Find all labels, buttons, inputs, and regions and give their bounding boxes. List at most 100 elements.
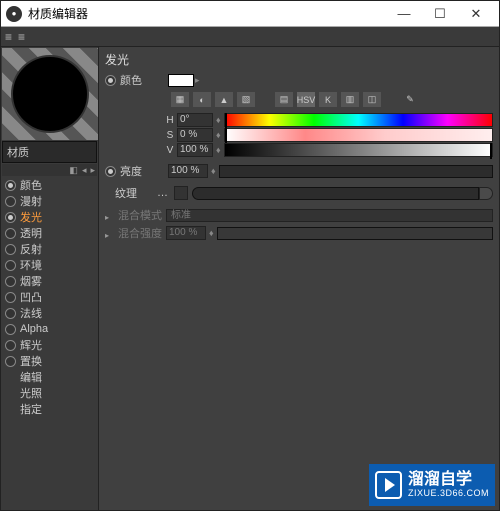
channel-item[interactable]: 辉光 [1, 337, 98, 353]
preview-sphere [11, 55, 89, 133]
hue-slider[interactable] [224, 113, 493, 127]
channel-item[interactable]: 置换 [1, 353, 98, 369]
blend-strength-value: 100 % [166, 226, 206, 240]
channel-checkbox[interactable] [5, 244, 16, 255]
mixer-icon[interactable]: ◫ [363, 92, 381, 107]
blend-strength-spinner: ♦ [209, 228, 214, 238]
channel-item[interactable]: 透明 [1, 225, 98, 241]
texture-row: 纹理 … [105, 185, 493, 201]
brightness-value[interactable]: 100 % [168, 164, 208, 178]
channel-item[interactable]: 发光 [1, 209, 98, 225]
menu-bar: ≡ ≡ [1, 27, 499, 47]
menu-icon-1[interactable]: ≡ [5, 30, 12, 44]
hue-spinner[interactable]: ♦ [216, 115, 221, 125]
channel-label: 发光 [20, 209, 42, 225]
channel-label: 法线 [20, 305, 42, 321]
watermark-title: 溜溜自学 [408, 471, 489, 489]
material-name-field[interactable]: 材质 [2, 141, 97, 163]
channel-label: 颜色 [20, 177, 42, 193]
brightness-label: 亮度 [120, 163, 168, 179]
scroll-left-icon[interactable]: ◂ [82, 165, 87, 176]
channel-list: 颜色漫射发光透明反射环境烟雾凹凸法线 Alpha 辉光置换编辑光照指定 [1, 177, 98, 510]
minimize-button[interactable]: — [386, 6, 422, 21]
brightness-slider[interactable] [219, 165, 493, 178]
val-slider[interactable] [224, 143, 493, 157]
watermark-text: 溜溜自学 ZIXUE.3D66.COM [408, 471, 489, 498]
channel-checkbox[interactable] [5, 276, 16, 287]
sidebar: 材质 ◧ ◂ ▸ 颜色漫射发光透明反射环境烟雾凹凸法线 Alpha 辉光置换编辑光照… [1, 47, 99, 510]
picker-image-icon[interactable]: ▧ [237, 92, 255, 107]
hue-label: H [163, 115, 177, 126]
channel-label: 光照 [20, 385, 42, 401]
channel-item[interactable]: 凹凸 [1, 289, 98, 305]
channel-item[interactable]: 编辑 [1, 369, 98, 385]
channel-label: 指定 [20, 401, 42, 417]
texture-preview-chip[interactable] [174, 186, 188, 200]
channel-item[interactable]: 漫射 [1, 193, 98, 209]
color-swatch[interactable] [168, 74, 194, 87]
watermark-url: ZIXUE.3D66.COM [408, 489, 489, 499]
blend-strength-slider [217, 227, 493, 240]
channel-label: Alpha [20, 323, 48, 335]
menu-icon-2[interactable]: ≡ [18, 30, 25, 44]
expand-arrow-icon [105, 211, 114, 220]
rgb-icon[interactable]: ▤ [275, 92, 293, 107]
channel-checkbox[interactable] [5, 356, 16, 367]
channel-item[interactable]: 光照 [1, 385, 98, 401]
blend-strength-label: 混合强度 [118, 225, 166, 241]
texture-label: 纹理 [115, 185, 157, 201]
channel-item[interactable]: Alpha [1, 321, 98, 337]
channel-checkbox[interactable] [5, 340, 16, 351]
hue-value[interactable]: 0° [177, 113, 213, 127]
eyedropper-icon[interactable]: ✎ [401, 92, 419, 107]
channel-label: 辉光 [20, 337, 42, 353]
texture-dropdown-button[interactable] [479, 187, 493, 200]
sat-slider[interactable] [224, 128, 493, 142]
picker-spectrum-icon[interactable]: ▲ [215, 92, 233, 107]
color-spinner[interactable]: ▸ [195, 75, 200, 86]
close-button[interactable]: ✕ [458, 6, 494, 22]
scroll-right-icon[interactable]: ▸ [90, 165, 95, 176]
channel-checkbox[interactable] [5, 228, 16, 239]
channel-label: 凹凸 [20, 289, 42, 305]
texture-menu-icon[interactable]: … [157, 187, 168, 199]
channel-checkbox[interactable] [5, 324, 16, 335]
channel-item[interactable]: 指定 [1, 401, 98, 417]
brightness-spinner[interactable]: ♦ [211, 166, 216, 176]
lock-icon[interactable]: ◧ [69, 165, 78, 176]
channel-checkbox[interactable] [5, 292, 16, 303]
val-label: V [163, 145, 177, 156]
channel-checkbox[interactable] [5, 308, 16, 319]
channel-item[interactable]: 烟雾 [1, 273, 98, 289]
channel-item[interactable]: 环境 [1, 257, 98, 273]
preview-scrollbar[interactable]: ◧ ◂ ▸ [2, 164, 97, 176]
brightness-checkbox[interactable] [105, 166, 116, 177]
channel-label: 反射 [20, 241, 42, 257]
channel-item[interactable]: 反射 [1, 241, 98, 257]
blend-mode-field: 标准 [166, 209, 493, 222]
channel-checkbox[interactable] [5, 196, 16, 207]
picker-grid-icon[interactable]: ▦ [171, 92, 189, 107]
kelvin-icon[interactable]: K [319, 92, 337, 107]
texture-field[interactable] [192, 187, 479, 200]
channel-checkbox[interactable] [5, 260, 16, 271]
sat-spinner[interactable]: ♦ [216, 130, 221, 140]
picker-wheel-icon[interactable]: ◐ [193, 92, 211, 107]
color-label: 颜色 [120, 72, 168, 88]
material-preview[interactable] [2, 48, 98, 140]
color-checkbox[interactable] [105, 75, 116, 86]
sat-value[interactable]: 0 % [177, 128, 213, 142]
sat-row: S 0 % ♦ [163, 128, 493, 142]
hsv-button[interactable]: HSV [297, 92, 315, 107]
channel-checkbox[interactable] [5, 180, 16, 191]
blend-mode-row: 混合模式 标准 [105, 207, 493, 223]
maximize-button[interactable]: ☐ [422, 6, 458, 22]
main-area: 材质 ◧ ◂ ▸ 颜色漫射发光透明反射环境烟雾凹凸法线Alpha辉光置换编辑光照… [1, 47, 499, 510]
swatches-icon[interactable]: ▥ [341, 92, 359, 107]
channel-item[interactable]: 法线 [1, 305, 98, 321]
val-spinner[interactable]: ♦ [216, 145, 221, 155]
channel-label: 透明 [20, 225, 42, 241]
channel-item[interactable]: 颜色 [1, 177, 98, 193]
channel-checkbox[interactable] [5, 212, 16, 223]
val-value[interactable]: 100 % [177, 143, 213, 157]
